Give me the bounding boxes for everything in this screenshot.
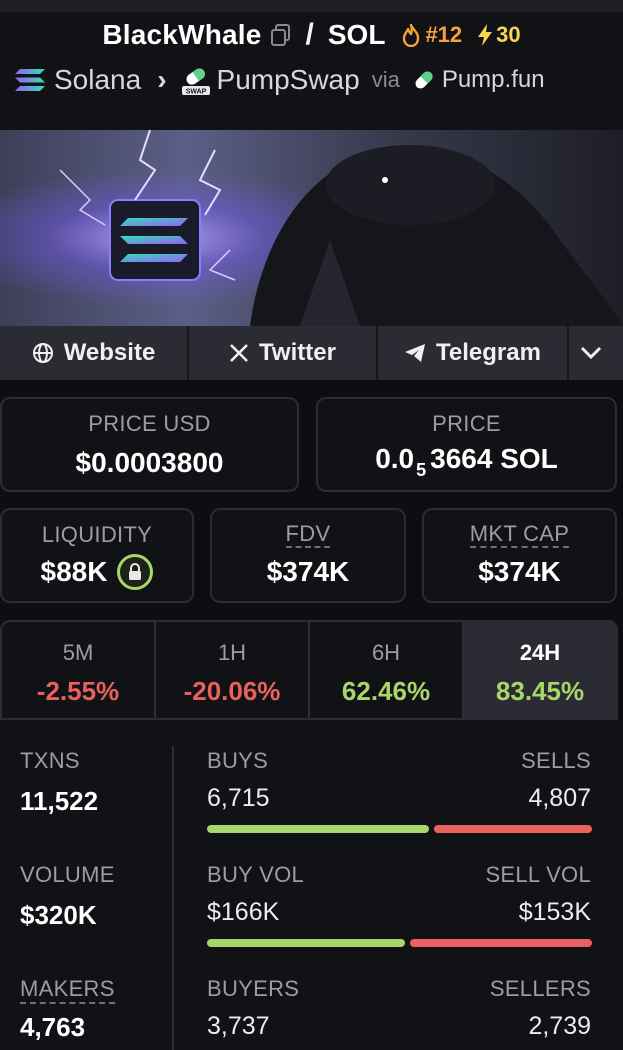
fire-icon [401, 23, 421, 48]
tab-label: 6H [371, 640, 401, 665]
social-links-bar: Website Twitter Telegram [0, 326, 623, 380]
txns-value: 11,522 [20, 786, 99, 816]
tab-label: 1H [217, 640, 247, 665]
price-native-value: 0.0 5 3664 SOL [318, 443, 615, 480]
x-logo-icon [230, 344, 248, 362]
telegram-label: Telegram [436, 339, 541, 366]
launchpad-link[interactable]: Pump.fun [442, 66, 545, 94]
boost-count[interactable]: 30 [496, 22, 520, 48]
svg-text:SWAP: SWAP [185, 89, 206, 96]
trending-rank[interactable]: #12 [425, 22, 462, 48]
sell-vol-bar [410, 939, 592, 947]
price-change-value: -20.06% [183, 676, 281, 706]
tab-24h[interactable]: 24H 83.45% [464, 622, 616, 718]
buy-vol-bar [207, 939, 405, 947]
pumpswap-logo: SWAP [181, 64, 211, 96]
website-label: Website [63, 339, 156, 366]
buys-value: 6,715 [207, 784, 270, 812]
price-usd-label: PRICE USD [88, 411, 211, 436]
tab-5m[interactable]: 5M -2.55% [2, 622, 156, 718]
buys-bar [207, 825, 429, 833]
buy-vol-value: $166K [207, 898, 280, 926]
fdv-card: FDV $374K [210, 508, 406, 603]
chevron-right-icon: › [157, 64, 167, 95]
tab-label: 5M [62, 640, 94, 665]
telegram-icon [405, 344, 426, 362]
txns-label: TXNS [20, 748, 80, 773]
liquidity-value: $88K [40, 556, 108, 587]
buys-label: BUYS [207, 748, 269, 773]
price-native-card: PRICE 0.0 5 3664 SOL [316, 397, 617, 492]
makers-label[interactable]: MAKERS [20, 976, 115, 1004]
sell-vol-label: SELL VOL [485, 862, 591, 887]
twitter-button[interactable]: Twitter [189, 326, 378, 380]
telegram-button[interactable]: Telegram [378, 326, 569, 380]
mkt-cap-card: MKT CAP $374K [422, 508, 617, 603]
globe-icon [32, 343, 53, 363]
tab-6h[interactable]: 6H 62.46% [310, 622, 464, 718]
makers-value: 4,763 [20, 1012, 86, 1042]
sellers-label: SELLERS [489, 976, 591, 1001]
liquidity-label: LIQUIDITY [41, 522, 153, 547]
volume-value: $320K [20, 900, 97, 930]
fdv-value: $374K [266, 556, 350, 587]
transaction-stats: TXNS 11,522 BUYS SELLS 6,715 4,807 VOLUM… [0, 720, 623, 1050]
liquidity-card: LIQUIDITY $88K [0, 508, 194, 603]
lightning-icon [476, 23, 494, 47]
solana-logo [14, 67, 46, 93]
buyers-value: 3,737 [207, 1012, 270, 1040]
lock-icon[interactable] [117, 554, 154, 590]
mkt-cap-label[interactable]: MKT CAP [469, 522, 570, 548]
timeframe-tabs: 5M -2.55% 1H -20.06% 6H 62.46% 24H 83.45… [0, 620, 618, 720]
tab-1h[interactable]: 1H -20.06% [156, 622, 310, 718]
sell-vol-value: $153K [518, 898, 591, 926]
pair-separator: / [305, 18, 314, 51]
price-change-value: -2.55% [36, 676, 120, 706]
chevron-down-icon [580, 346, 602, 360]
fdv-label[interactable]: FDV [285, 522, 331, 548]
tab-label: 24H [519, 640, 561, 665]
stats-divider [172, 746, 174, 1050]
website-button[interactable]: Website [0, 326, 189, 380]
pair-title-row: BlackWhale / SOL #12 30 [0, 18, 623, 52]
price-usd-value: $0.0003800 [75, 447, 224, 478]
sells-value: 4,807 [528, 784, 591, 812]
price-native-prefix: 0.0 [375, 443, 415, 474]
sells-label: SELLS [521, 748, 591, 773]
copy-icon[interactable] [270, 23, 292, 47]
buyers-label: BUYERS [207, 976, 300, 1001]
price-native-label: PRICE [432, 411, 501, 436]
via-label: via [371, 67, 400, 92]
price-change-value: 62.46% [341, 676, 431, 706]
chain-link[interactable]: Solana [54, 64, 141, 96]
top-strip [0, 0, 623, 12]
buy-vol-label: BUY VOL [207, 862, 305, 887]
base-token-name: BlackWhale [102, 19, 262, 50]
price-native-zero-count: 5 [416, 460, 427, 480]
sells-bar [434, 825, 592, 833]
token-banner-image [0, 130, 623, 326]
volume-label: VOLUME [20, 862, 115, 887]
mkt-cap-value: $374K [478, 556, 561, 587]
dex-link[interactable]: PumpSwap [217, 64, 360, 96]
price-change-value: 83.45% [495, 676, 585, 706]
price-usd-card: PRICE USD $0.0003800 [0, 397, 299, 492]
liquidity-row: $88K [2, 554, 192, 590]
pill-icon [412, 68, 436, 92]
more-links-button[interactable] [569, 326, 623, 380]
sellers-value: 2,739 [528, 1012, 591, 1040]
quote-token-name: SOL [327, 19, 386, 50]
breadcrumb: Solana › SWAP PumpSwap via Pump.fun [14, 60, 545, 100]
price-native-digits: 3664 SOL [430, 443, 558, 474]
twitter-label: Twitter [259, 339, 336, 366]
